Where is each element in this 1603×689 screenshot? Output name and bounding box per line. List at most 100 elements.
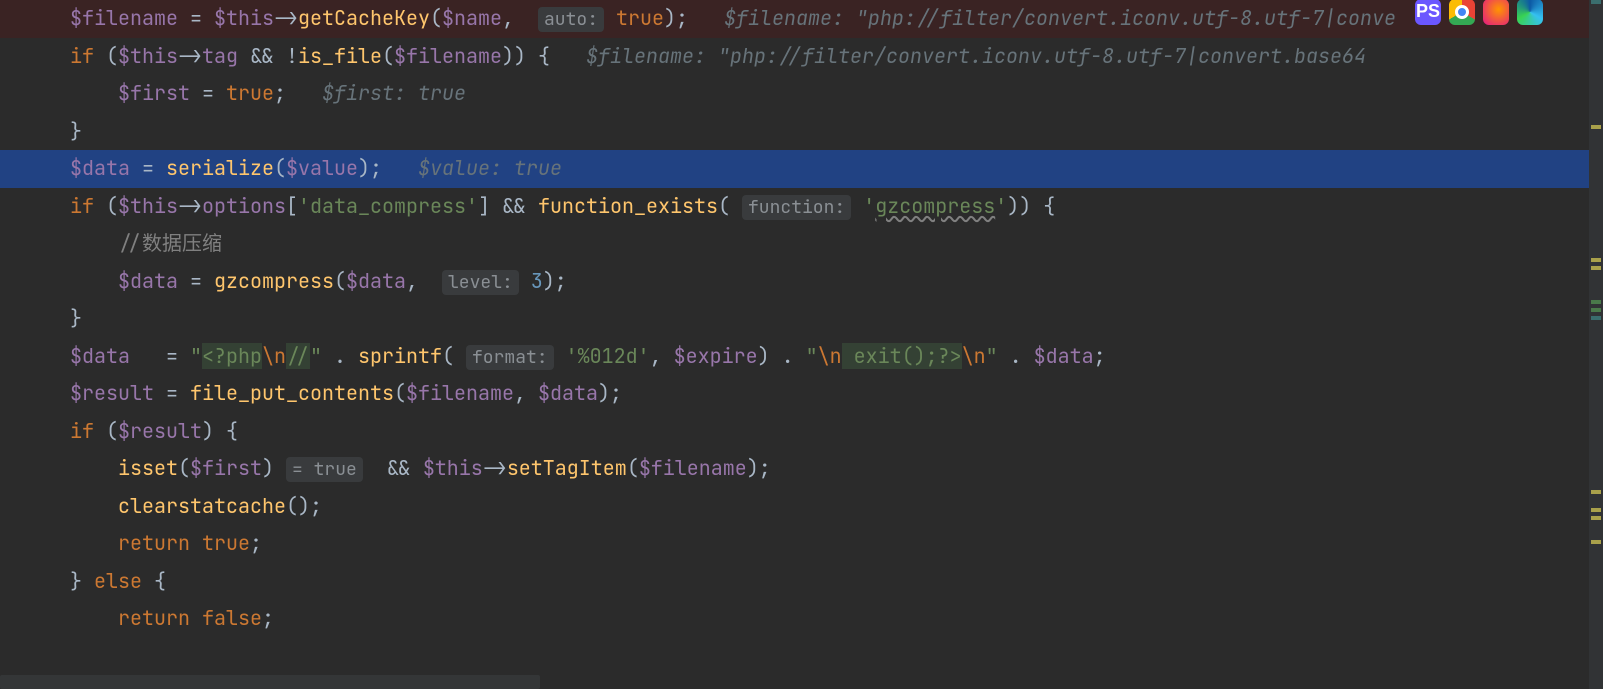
horizontal-scrollbar[interactable]: [0, 675, 540, 689]
code-token: if: [70, 193, 94, 219]
code-token: [70, 605, 118, 631]
code-token: $expire: [674, 343, 758, 369]
code-token: $data: [70, 343, 130, 369]
code-token: ) .: [758, 343, 806, 369]
code-token: false: [202, 605, 262, 631]
code-token: ": [806, 343, 818, 369]
code-line[interactable]: }: [0, 113, 1603, 151]
code-line[interactable]: $first = true; $first: true: [0, 75, 1603, 113]
stripe-mark[interactable]: [1591, 258, 1601, 262]
code-token: );: [747, 455, 771, 481]
code-token: =: [130, 343, 190, 369]
code-token: && !: [238, 43, 298, 69]
code-line[interactable]: $filename = $this->getCacheKey($name, au…: [0, 0, 1603, 38]
chrome-icon[interactable]: [1449, 0, 1475, 25]
code-token: ->: [178, 43, 202, 69]
code-line[interactable]: if ($this->tag && !is_file($filename)) {…: [0, 38, 1603, 76]
code-line[interactable]: clearstatcache();: [0, 488, 1603, 526]
code-token: [70, 230, 118, 256]
code-line[interactable]: $data = serialize($value); $value: true: [0, 150, 1603, 188]
code-token: if: [70, 43, 94, 69]
code-token: $first: [190, 455, 262, 481]
stripe-mark[interactable]: [1591, 125, 1601, 129]
code-line[interactable]: //数据压缩: [0, 225, 1603, 263]
code-token: ;: [250, 530, 262, 556]
code-token: ": [986, 343, 998, 369]
code-token: ': [863, 193, 875, 219]
stripe-mark[interactable]: [1591, 316, 1601, 320]
stripe-mark[interactable]: [1591, 516, 1601, 520]
code-token: $filename: [639, 455, 747, 481]
code-token: $first: [118, 80, 190, 106]
code-token: //数据压缩: [118, 230, 222, 256]
code-token: auto:: [538, 7, 604, 32]
code-token: ": [310, 343, 322, 369]
stripe-mark[interactable]: [1591, 300, 1601, 304]
code-token: if: [70, 418, 94, 444]
code-line[interactable]: return false;: [0, 600, 1603, 638]
code-token: (: [334, 268, 346, 294]
stripe-mark[interactable]: [1591, 508, 1601, 512]
code-token: //: [286, 343, 310, 369]
firefox-icon[interactable]: [1483, 0, 1509, 25]
code-token: $data: [118, 268, 178, 294]
code-token: ;: [1094, 343, 1106, 369]
code-token: $name: [442, 5, 502, 31]
code-line[interactable]: }: [0, 300, 1603, 338]
edge-icon[interactable]: [1517, 0, 1543, 25]
code-token: ': [995, 193, 1007, 219]
code-token: '%012d': [566, 343, 650, 369]
code-token: (: [430, 5, 442, 31]
code-token: $this: [423, 455, 483, 481]
code-token: ,: [514, 380, 538, 406]
code-token: true: [202, 530, 250, 556]
stripe-mark[interactable]: [1591, 490, 1601, 494]
code-token: $value: [286, 155, 358, 181]
code-token: ): [262, 455, 286, 481]
code-token: $data: [70, 155, 130, 181]
code-token: ;: [262, 605, 274, 631]
code-token: $filename: [406, 380, 514, 406]
code-line[interactable]: } else {: [0, 563, 1603, 601]
code-line[interactable]: $result = file_put_contents($filename, $…: [0, 375, 1603, 413]
code-token: \n: [962, 343, 986, 369]
code-line[interactable]: if ($result) {: [0, 413, 1603, 451]
code-token: \n: [262, 343, 286, 369]
code-token: file_put_contents: [190, 380, 394, 406]
code-token: 3: [531, 268, 543, 294]
code-token: $filename: [70, 5, 178, 31]
code-token: )) {: [1007, 193, 1055, 219]
code-token: (: [274, 155, 286, 181]
code-token: ) {: [202, 418, 238, 444]
code-token: (: [382, 43, 394, 69]
code-token: options: [202, 193, 286, 219]
error-stripe[interactable]: [1589, 0, 1603, 689]
code-token: ] &&: [478, 193, 538, 219]
code-line[interactable]: isset($first) = true && $this->setTagIte…: [0, 450, 1603, 488]
code-token: =: [178, 5, 214, 31]
code-token: }: [70, 568, 94, 594]
code-line[interactable]: $data = gzcompress($data, level: 3);: [0, 263, 1603, 301]
phpstorm-icon[interactable]: PS: [1415, 0, 1441, 25]
code-token: ,: [650, 343, 674, 369]
stripe-mark[interactable]: [1591, 0, 1601, 4]
code-token: (: [94, 418, 118, 444]
code-token: }: [70, 118, 82, 144]
code-token: [554, 343, 566, 369]
code-line[interactable]: if ($this->options['data_compress'] && f…: [0, 188, 1603, 226]
code-token: &&: [363, 455, 423, 481]
code-token: $this: [118, 193, 178, 219]
code-line[interactable]: $data = "<?php\n//" . sprintf( format: '…: [0, 338, 1603, 376]
code-line[interactable]: return true;: [0, 525, 1603, 563]
code-editor[interactable]: $filename = $this->getCacheKey($name, au…: [0, 0, 1603, 689]
code-token: $result: [70, 380, 154, 406]
code-token: [70, 455, 118, 481]
code-token: 'data_compress': [298, 193, 478, 219]
app-dock: PS: [1415, 0, 1543, 24]
stripe-mark[interactable]: [1591, 266, 1601, 270]
code-token: [519, 268, 531, 294]
code-token: gzcompress: [214, 268, 334, 294]
stripe-mark[interactable]: [1591, 308, 1601, 312]
stripe-mark[interactable]: [1591, 540, 1601, 544]
code-token: (: [94, 193, 118, 219]
